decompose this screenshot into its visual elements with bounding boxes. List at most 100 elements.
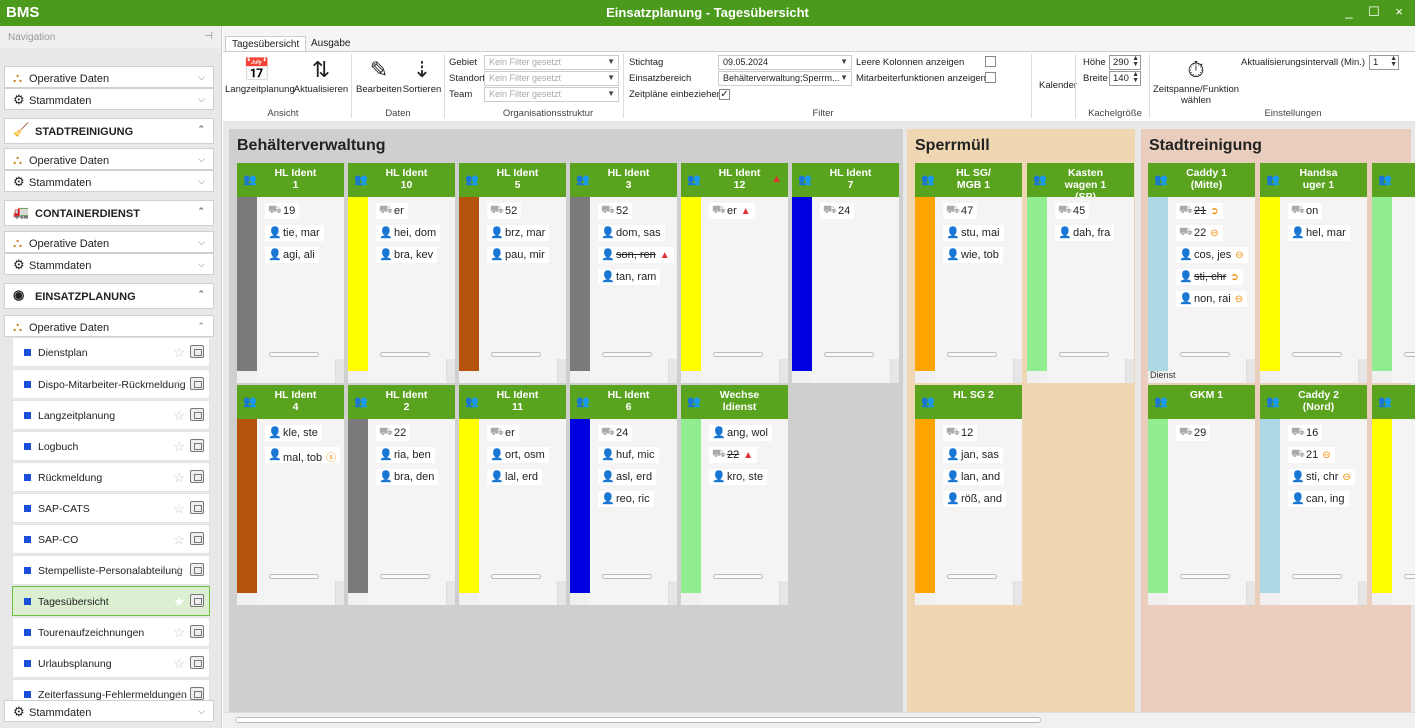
team-card-header[interactable]: 👥 Caddy 2 (Nord)	[1260, 385, 1367, 419]
hoehe-spinner[interactable]: 290 ▲ ▼	[1109, 55, 1141, 70]
card-horizontal-scrollbar[interactable]	[592, 349, 670, 359]
team-card[interactable]: 👥 HL Ident 11 ⛟ er 👤 ort, osm 👤 lal, erd	[459, 385, 566, 605]
team-card-header[interactable]: 👥 HL SG/MGB 1	[915, 163, 1022, 197]
team-card[interactable]: 👥 HL Ident 6 ⛟ 24 👤 huf, mic 👤 asl, erd 👤 reo, ric	[570, 385, 677, 605]
employee-entry[interactable]: 👤 huf, mic	[598, 447, 659, 463]
vehicle-entry[interactable]: ⛟ 19	[265, 203, 300, 219]
team-card-header[interactable]: 👥 HL Ident 4	[237, 385, 344, 419]
employee-entry[interactable]: 👤 dom, sas	[598, 225, 665, 241]
zeitplaene-checkbox[interactable]: ✓	[719, 89, 730, 100]
card-vertical-scrollbar[interactable]	[668, 359, 677, 383]
nav-section-einsatzplanung[interactable]: ◉ EINSATZPLANUNG ⌃	[4, 283, 214, 309]
team-card-header[interactable]: 👥Kastenwagen 1(SP)	[1027, 163, 1134, 203]
team-card[interactable]: 👥 HL Ident 10 ⛟ er 👤 hei, dom 👤 bra, kev	[348, 163, 455, 383]
vehicle-entry[interactable]: ⛟ 24	[598, 425, 633, 441]
card-horizontal-scrollbar[interactable]	[1170, 571, 1248, 581]
card-horizontal-scrollbar[interactable]	[481, 349, 559, 359]
nav-item-urlaubsplanung[interactable]: Urlaubsplanung ☆	[12, 648, 210, 678]
vehicle-entry[interactable]: ⛟ er	[376, 203, 408, 219]
team-card[interactable]: 👥 HL Ident 3 ⛟ 52 👤 dom, sas 👤 son, ren ▲ 👤 tan, ra…	[570, 163, 677, 383]
card-horizontal-scrollbar[interactable]	[1282, 571, 1360, 581]
employee-entry[interactable]: 👤 wie, tob	[943, 247, 1003, 263]
nav-section-stadtreinigung[interactable]: 🧹 STADTREINIGUNG ⌃	[4, 118, 214, 144]
nav-item-dispo[interactable]: Dispo-Mitarbeiter-Rückmeldung ☆	[12, 369, 210, 399]
vehicle-entry[interactable]: ⛟ 52	[487, 203, 522, 219]
team-card[interactable]: 👥 Caddy 2 (Nord) ⛟ 16 ⛟ 21 ⊖ 👤 sti, chr ⊖ 👤 can, ing	[1260, 385, 1367, 605]
card-horizontal-scrollbar[interactable]	[703, 349, 781, 359]
card-horizontal-scrollbar[interactable]	[481, 571, 559, 581]
employee-entry[interactable]: 👤 brz, mar	[487, 225, 550, 241]
team-card[interactable]: 👥 HL SG/MGB 1 ⛟ 47 👤 stu, mai 👤 wie, tob	[915, 163, 1022, 383]
vehicle-entry[interactable]: ⛟ 22 ▲	[709, 447, 758, 463]
employee-entry[interactable]: 👤 son, ren ▲	[598, 247, 674, 263]
tab-tagesuebersicht[interactable]: Tagesübersicht	[225, 36, 307, 52]
vehicle-entry[interactable]: ⛟ 21 ⊖	[1288, 447, 1335, 463]
card-vertical-scrollbar[interactable]	[1358, 581, 1367, 605]
employee-entry[interactable]: 👤 hel, mar	[1288, 225, 1350, 241]
employee-entry[interactable]: 👤 jan, sas	[943, 447, 1003, 463]
nav-operative-daten-3[interactable]: ⛬ Operative Daten ⌵	[4, 231, 214, 253]
star-icon[interactable]: ☆	[173, 625, 185, 641]
sortieren-button[interactable]: ⇣ Sortieren	[401, 56, 443, 95]
open-window-icon[interactable]	[190, 594, 204, 607]
employee-entry[interactable]: 👤 röß, and	[943, 491, 1006, 507]
team-combo[interactable]: Kein Filter gesetzt ▼	[484, 87, 619, 102]
employee-entry[interactable]: 👤 hei, dom	[376, 225, 441, 241]
team-card-header[interactable]: 👥 HL Ident 6	[570, 385, 677, 419]
employee-entry[interactable]: 👤 tie, mar	[265, 225, 324, 241]
card-horizontal-scrollbar[interactable]	[1394, 571, 1415, 581]
star-icon[interactable]: ☆	[173, 563, 185, 579]
vehicle-entry[interactable]: ⛟ er ▲	[709, 203, 755, 219]
star-icon[interactable]: ★	[173, 594, 185, 610]
star-icon[interactable]: ☆	[173, 656, 185, 672]
nav-stammdaten-4[interactable]: ⚙ Stammdaten ⌵	[4, 700, 214, 722]
open-window-icon[interactable]	[190, 656, 204, 669]
card-vertical-scrollbar[interactable]	[446, 581, 455, 605]
vehicle-entry[interactable]: ⛟ 52	[598, 203, 633, 219]
zeitspanne-button[interactable]: ⏱ Zeitspanne/Funktion wählen	[1153, 56, 1239, 106]
vehicle-entry[interactable]: ⛟ 12	[943, 425, 978, 441]
nav-item-langzeitplanung[interactable]: Langzeitplanung ☆	[12, 400, 210, 430]
open-window-icon[interactable]	[190, 377, 204, 390]
gebiet-combo[interactable]: Kein Filter gesetzt ▼	[484, 55, 619, 70]
vehicle-entry[interactable]: ⛟ 22	[376, 425, 411, 441]
kalender-button[interactable]: Kalender	[1039, 80, 1077, 91]
nav-item-dienstplan[interactable]: Dienstplan ☆	[12, 337, 210, 367]
team-card[interactable]: 👥 Wechse ldienst 👤 ang, wol ⛟ 22 ▲ 👤 kro, ste	[681, 385, 788, 605]
employee-entry[interactable]: 👤 agi, ali	[265, 247, 319, 263]
team-card[interactable]: 👥 HL SG 2 ⛟ 12 👤 jan, sas 👤 lan, and 👤 röß, and	[915, 385, 1022, 605]
card-vertical-scrollbar[interactable]	[557, 581, 566, 605]
nav-operative-daten-4[interactable]: ⛬ Operative Daten ⌃	[4, 315, 214, 337]
nav-stammdaten-3[interactable]: ⚙ Stammdaten ⌵	[4, 253, 214, 275]
team-card[interactable]: 👥Hu	[1372, 385, 1415, 605]
team-card-header[interactable]: 👥 Handsa uger 1	[1260, 163, 1367, 197]
team-card-header[interactable]: 👥G	[1372, 163, 1415, 197]
open-window-icon[interactable]	[190, 563, 204, 576]
team-card-header[interactable]: 👥 HL Ident 5	[459, 163, 566, 197]
card-vertical-scrollbar[interactable]	[335, 359, 344, 383]
employee-entry[interactable]: 👤 bra, den	[376, 469, 439, 485]
card-vertical-scrollbar[interactable]	[779, 359, 788, 383]
open-window-icon[interactable]	[190, 470, 204, 483]
pin-icon[interactable]: ⊣	[204, 31, 213, 42]
horizontal-scrollbar[interactable]	[223, 712, 1415, 728]
team-card[interactable]: 👥 HL Ident 2 ⛟ 22 👤 ria, ben 👤 bra, den	[348, 385, 455, 605]
employee-entry[interactable]: 👤 ria, ben	[376, 447, 435, 463]
card-horizontal-scrollbar[interactable]	[370, 571, 448, 581]
open-window-icon[interactable]	[190, 408, 204, 421]
card-horizontal-scrollbar[interactable]	[937, 349, 1015, 359]
aktualisieren-button[interactable]: ⇅ Aktualisieren	[293, 56, 349, 95]
team-card-header[interactable]: 👥 HL Ident 11	[459, 385, 566, 419]
team-card-header[interactable]: 👥 HL SG 2	[915, 385, 1022, 419]
leere-kolonnen-checkbox[interactable]	[985, 56, 996, 67]
star-icon[interactable]: ☆	[173, 501, 185, 517]
team-card-header[interactable]: 👥 Caddy 1 (Mitte)	[1148, 163, 1255, 197]
card-vertical-scrollbar[interactable]	[1013, 359, 1022, 383]
vehicle-entry[interactable]: ⛟ 29	[1176, 425, 1211, 441]
team-card-header[interactable]: 👥 Wechse ldienst	[681, 385, 788, 419]
card-vertical-scrollbar[interactable]	[335, 581, 344, 605]
employee-entry[interactable]: 👤 bra, kev	[376, 247, 438, 263]
card-horizontal-scrollbar[interactable]	[703, 571, 781, 581]
employee-entry[interactable]: 👤 cos, jes ⊖	[1176, 247, 1248, 263]
tab-ausgabe[interactable]: Ausgabe	[305, 36, 356, 52]
